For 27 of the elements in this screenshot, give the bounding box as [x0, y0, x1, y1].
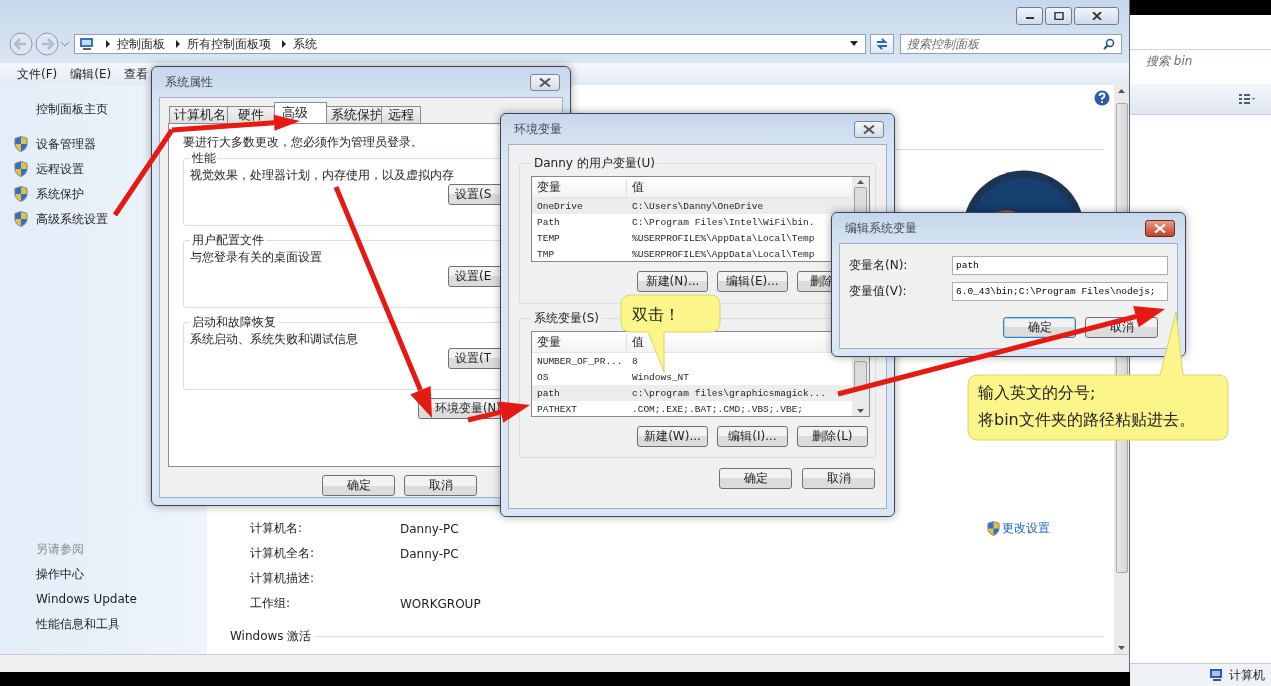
info-label: 工作组:	[250, 595, 292, 612]
group-title: 系统变量(S)	[533, 310, 600, 327]
group-title: 用户配置文件	[191, 232, 265, 249]
info-value: WORKGROUP	[400, 596, 482, 611]
group-title: 性能	[191, 150, 217, 167]
group-title: Danny 的用户变量(U)	[533, 155, 656, 172]
callout-text: 输入英文的分号;	[978, 383, 1096, 402]
dialog-title: 系统属性	[165, 73, 213, 91]
section-heading: 另请参阅	[36, 541, 85, 558]
info-value: Danny-PC	[400, 521, 460, 536]
group-description: 与您登录有关的桌面设置	[190, 249, 322, 266]
status-text: 计算机	[1229, 666, 1265, 684]
callout-text: 将bin文件夹的路径粘贴进去。	[978, 410, 1195, 429]
dialog-title: 编辑系统变量	[845, 219, 917, 237]
info-label: 计算机描述:	[250, 570, 316, 587]
section-heading: Windows 激活	[230, 627, 312, 645]
field-label: 变量名(N):	[849, 257, 908, 274]
info-label: 计算机名:	[250, 520, 304, 537]
dialog-title: 环境变量	[514, 120, 562, 138]
info-label: 计算机全名:	[250, 545, 316, 562]
info-value: Danny-PC	[400, 546, 460, 561]
group-description: 视觉效果，处理器计划，内存使用，以及虚拟内存	[190, 167, 454, 184]
callout-text: 双击！	[632, 305, 680, 324]
field-label: 变量值(V):	[849, 283, 907, 300]
group-description: 系统启动、系统失败和调试信息	[190, 331, 358, 348]
admin-note: 要进行大多数更改，您必须作为管理员登录。	[183, 134, 424, 150]
group-title: 启动和故障恢复	[191, 314, 277, 331]
